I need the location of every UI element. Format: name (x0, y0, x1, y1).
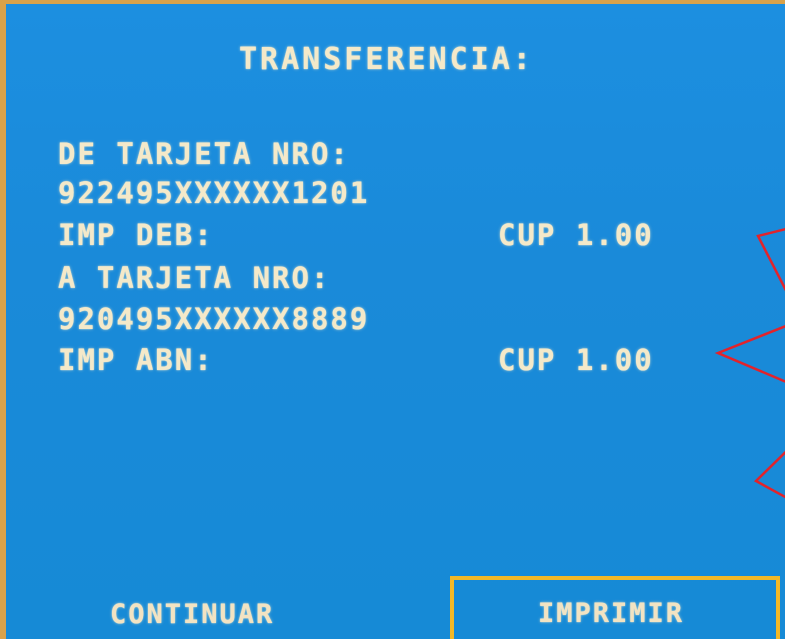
continue-button[interactable]: CONTINUAR (66, 582, 366, 639)
from-card-number: 922495XXXXXX1201 (58, 176, 370, 210)
arrow-credit-icon (714, 325, 785, 383)
to-card-label: A TARJETA NRO: (58, 261, 331, 295)
print-button-label: IMPRIMIR (538, 598, 685, 629)
credit-label: IMP ABN: (58, 343, 214, 377)
arrow-debit-icon (756, 227, 785, 292)
atm-screen: TRANSFERENCIA: DE TARJETA NRO: 922495XXX… (0, 0, 785, 639)
debit-amount: CUP 1.00 (498, 218, 654, 252)
debit-label: IMP DEB: (58, 218, 214, 252)
to-card-number: 920495XXXXXX8889 (58, 302, 370, 336)
arrow-lower-icon (753, 450, 785, 499)
from-card-label: DE TARJETA NRO: (58, 137, 350, 171)
print-button[interactable]: IMPRIMIR (450, 576, 780, 639)
screen-title: TRANSFERENCIA: (239, 42, 534, 77)
continue-button-label: CONTINUAR (110, 599, 275, 630)
credit-amount: CUP 1.00 (498, 343, 654, 377)
